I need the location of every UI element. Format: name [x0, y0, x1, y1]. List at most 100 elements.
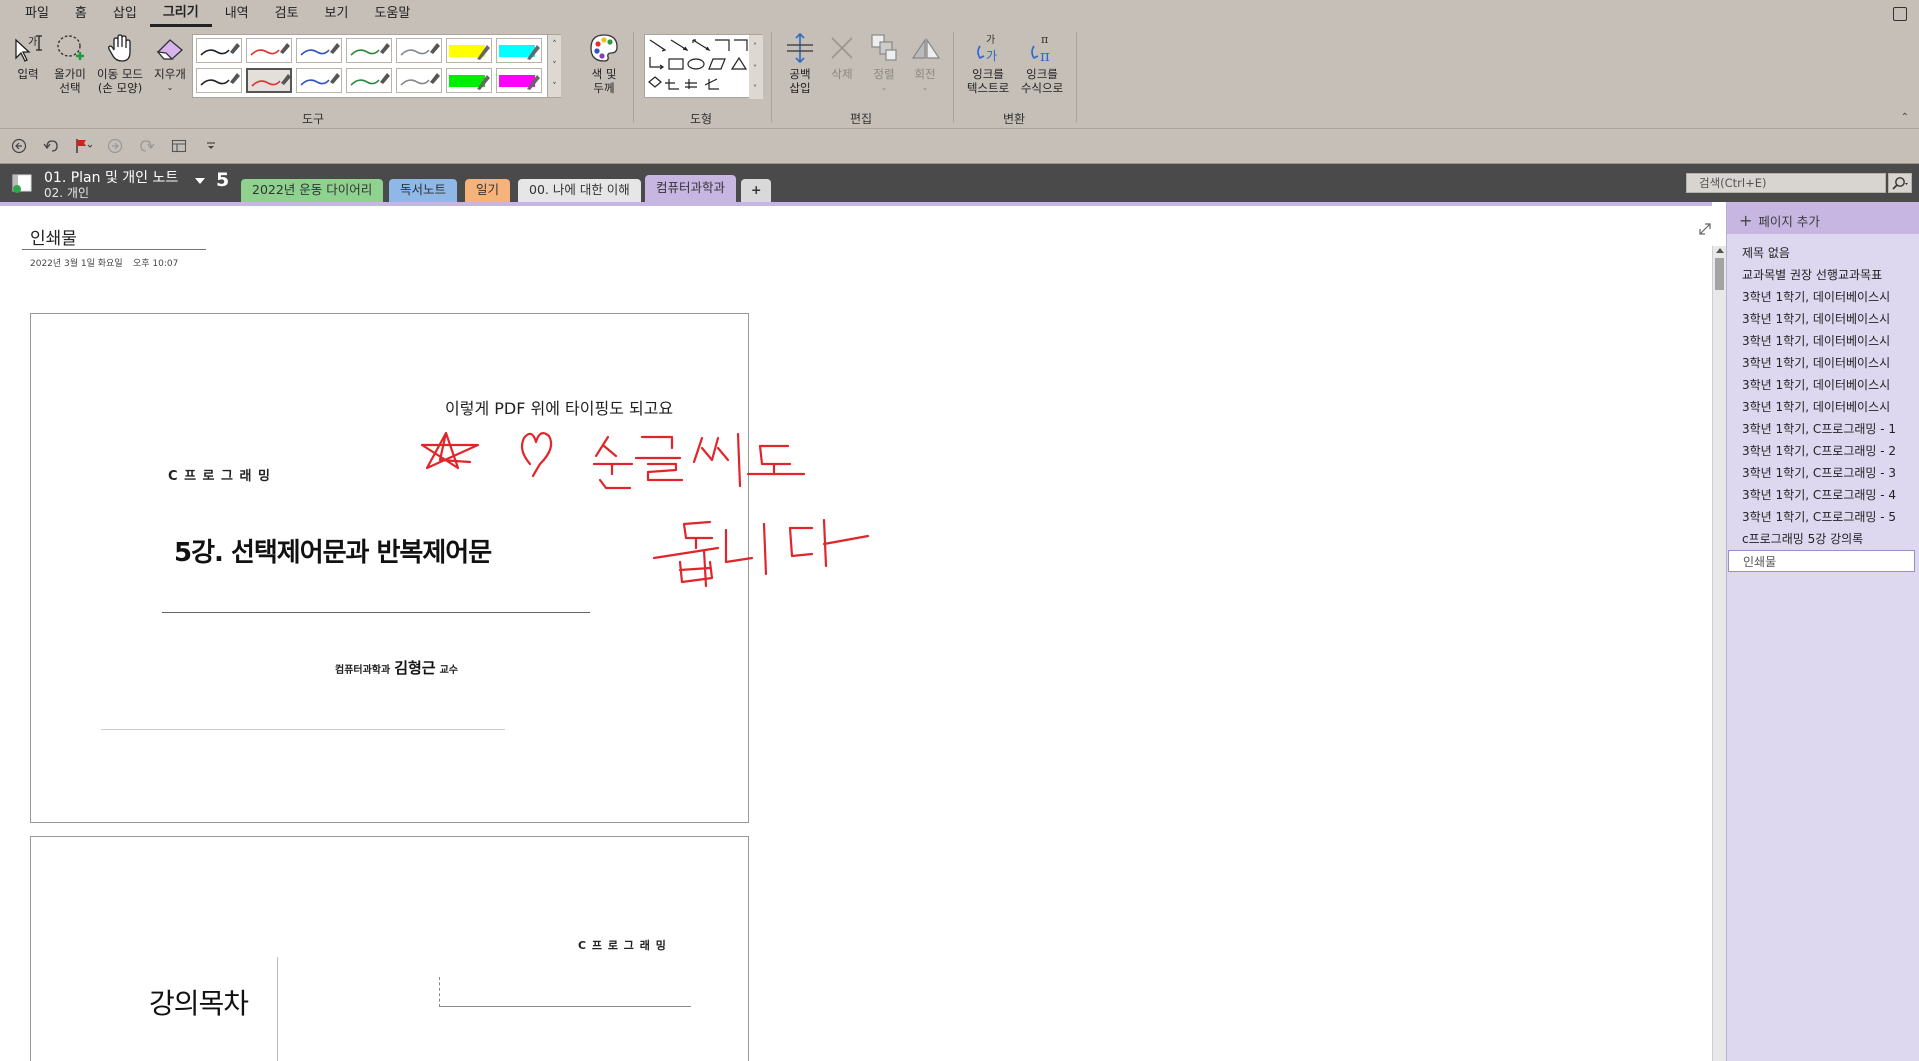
- highlighter-6[interactable]: [446, 38, 492, 63]
- pen-8[interactable]: [196, 68, 242, 93]
- page-view-icon[interactable]: [168, 135, 190, 157]
- lasso-select-button[interactable]: 올가미 선택: [50, 32, 90, 95]
- arrange-label: 정렬: [873, 67, 895, 81]
- forward-icon[interactable]: [104, 135, 126, 157]
- page-list-item[interactable]: 3학년 1학기, C프로그래밍 - 5: [1727, 506, 1919, 528]
- pen-9[interactable]: [246, 68, 292, 93]
- undo-icon[interactable]: [40, 135, 62, 157]
- page-list-item[interactable]: 3학년 1학기, C프로그래밍 - 2: [1727, 440, 1919, 462]
- page-list-item[interactable]: 제목 없음: [1727, 242, 1919, 264]
- section-tab-computer-science[interactable]: 컴퓨터과학과: [645, 175, 737, 202]
- add-section-button[interactable]: +: [741, 179, 772, 202]
- menu-help[interactable]: 도움말: [361, 0, 423, 28]
- pen-gallery-scroll[interactable]: ˄ ˅ ˅: [547, 35, 561, 97]
- typed-note-text[interactable]: 이렇게 PDF 위에 타이핑도 되고요: [445, 395, 673, 419]
- input-button[interactable]: 가 입력: [10, 32, 46, 81]
- color-thickness-button[interactable]: 색 및 두께: [584, 32, 624, 95]
- section-tab-reading-notes[interactable]: 독서노트: [389, 179, 458, 202]
- eraser-icon: [154, 32, 186, 64]
- navigate-up-button[interactable]: 5: [216, 169, 229, 191]
- svg-text:가: 가: [986, 34, 995, 46]
- eraser-dropdown-icon[interactable]: ⌄: [167, 81, 174, 95]
- svg-text:π: π: [1041, 33, 1048, 46]
- pen-10[interactable]: [296, 68, 342, 93]
- add-page-label: 페이지 추가: [1758, 213, 1820, 229]
- pen-1[interactable]: [196, 38, 242, 63]
- arrange-icon: [868, 32, 900, 64]
- page-list-item[interactable]: 3학년 1학기, C프로그래밍 - 3: [1727, 462, 1919, 484]
- delete-x-icon: [826, 32, 858, 64]
- svg-text:˅: ˅: [753, 64, 757, 73]
- menu-home[interactable]: 홈: [62, 0, 100, 28]
- slide-professor-suffix: 교수: [439, 665, 459, 676]
- search-icon[interactable]: [1888, 173, 1912, 193]
- page-list-item[interactable]: 3학년 1학기, C프로그래밍 - 1: [1727, 418, 1919, 440]
- pen-11[interactable]: [346, 68, 392, 93]
- ink-to-text-button[interactable]: 가가 잉크를 텍스트로: [962, 32, 1014, 95]
- page-list-item[interactable]: 인쇄물: [1728, 550, 1915, 572]
- page-list-item[interactable]: 3학년 1학기, C프로그래밍 - 4: [1727, 484, 1919, 506]
- pen-12[interactable]: [396, 68, 442, 93]
- page-list-item[interactable]: c프로그래밍 5강 강의록: [1727, 528, 1919, 550]
- add-page-button[interactable]: + 페이지 추가: [1727, 206, 1919, 234]
- pen-3[interactable]: [296, 38, 342, 63]
- notebook-dropdown-icon[interactable]: [195, 178, 205, 184]
- insert-space-label-2: 삽입: [789, 81, 811, 95]
- pen-5[interactable]: [396, 38, 442, 63]
- flag-tag-icon[interactable]: [72, 135, 94, 157]
- page-list-item[interactable]: 3학년 1학기, 데이터베이스시: [1727, 286, 1919, 308]
- ink-to-math-button[interactable]: ππ 잉크를 수식으로: [1016, 32, 1068, 95]
- svg-text:˄: ˄: [753, 42, 757, 51]
- window-mode-icon[interactable]: [1893, 7, 1907, 21]
- menu-history[interactable]: 내역: [212, 0, 262, 28]
- scrollbar-thumb[interactable]: [1715, 258, 1724, 290]
- pan-mode-button[interactable]: 이동 모드 (손 모양): [92, 32, 148, 95]
- highlighter-13[interactable]: [446, 68, 492, 93]
- insert-space-button[interactable]: 공백 삽입: [782, 32, 818, 95]
- full-page-view-icon[interactable]: [1698, 222, 1712, 240]
- notebook-icon[interactable]: [12, 174, 34, 194]
- page-title[interactable]: 인쇄물: [30, 224, 77, 249]
- page-list-item[interactable]: 3학년 1학기, 데이터베이스시: [1727, 374, 1919, 396]
- page-list-item[interactable]: 교과목별 권장 선행교과목표: [1727, 264, 1919, 286]
- pen-4[interactable]: [346, 38, 392, 63]
- section-tab-self-understanding[interactable]: 00. 나에 대한 이해: [518, 179, 641, 202]
- slide-professor-line: 컴퓨터과학과 김형근 교수: [335, 657, 458, 678]
- back-icon[interactable]: [8, 135, 30, 157]
- vertical-scrollbar[interactable]: [1712, 246, 1726, 1061]
- page-canvas[interactable]: 인쇄물 2022년 3월 1일 화요일 오후 10:07 C 프 로 그 래 밍…: [0, 202, 1712, 1061]
- page-list-pane: + 페이지 추가 제목 없음 교과목별 권장 선행교과목표 3학년 1학기, 데이터…: [1726, 202, 1919, 1061]
- slide-department: 컴퓨터과학과: [335, 665, 391, 676]
- delete-button[interactable]: 삭제: [824, 32, 860, 81]
- page-list-item[interactable]: 3학년 1학기, 데이터베이스시: [1727, 308, 1919, 330]
- scroll-up-icon[interactable]: [1716, 248, 1724, 253]
- section-tab-exercise-diary[interactable]: 2022년 운동 다이어리: [241, 179, 384, 202]
- menu-review[interactable]: 검토: [262, 0, 312, 28]
- collapse-ribbon-icon[interactable]: ⌃: [1901, 112, 1909, 123]
- svg-text:π: π: [1040, 47, 1050, 64]
- customize-qat-icon[interactable]: [200, 135, 222, 157]
- page-list-item[interactable]: 3학년 1학기, 데이터베이스시: [1727, 396, 1919, 418]
- page-list-item[interactable]: 3학년 1학기, 데이터베이스시: [1727, 330, 1919, 352]
- menu-file[interactable]: 파일: [12, 0, 62, 28]
- shape-gallery[interactable]: ˄ ˅ ˅: [644, 34, 763, 99]
- pdf-printout-slide-1[interactable]: C 프 로 그 래 밍 5강. 선택제어문과 반복제어문 컴퓨터과학과 김형근 …: [30, 313, 749, 823]
- pdf-printout-slide-2[interactable]: C 프 로 그 래 밍 강의목차: [30, 836, 749, 1061]
- arrange-dropdown-icon[interactable]: ⌄: [881, 81, 888, 95]
- arrange-button[interactable]: 정렬 ⌄: [866, 32, 902, 95]
- rotate-button[interactable]: 회전 ⌄: [907, 32, 943, 95]
- rotate-dropdown-icon[interactable]: ⌄: [922, 81, 929, 95]
- page-list-item[interactable]: 3학년 1학기, 데이터베이스시: [1727, 352, 1919, 374]
- menu-draw[interactable]: 그리기: [149, 1, 212, 27]
- highlighter-14[interactable]: [496, 68, 542, 93]
- slide-box-outline: [439, 977, 691, 1007]
- menu-view[interactable]: 보기: [312, 0, 362, 28]
- redo-icon[interactable]: [136, 135, 158, 157]
- section-group-name[interactable]: 02. 개인: [44, 184, 89, 201]
- menu-insert[interactable]: 삽입: [100, 0, 150, 28]
- section-tab-diary[interactable]: 일기: [465, 179, 511, 202]
- pen-2[interactable]: [246, 38, 292, 63]
- highlighter-7[interactable]: [496, 38, 542, 63]
- search-input[interactable]: 검색(Ctrl+E): [1686, 173, 1886, 193]
- eraser-button[interactable]: 지우개 ⌄: [150, 32, 190, 95]
